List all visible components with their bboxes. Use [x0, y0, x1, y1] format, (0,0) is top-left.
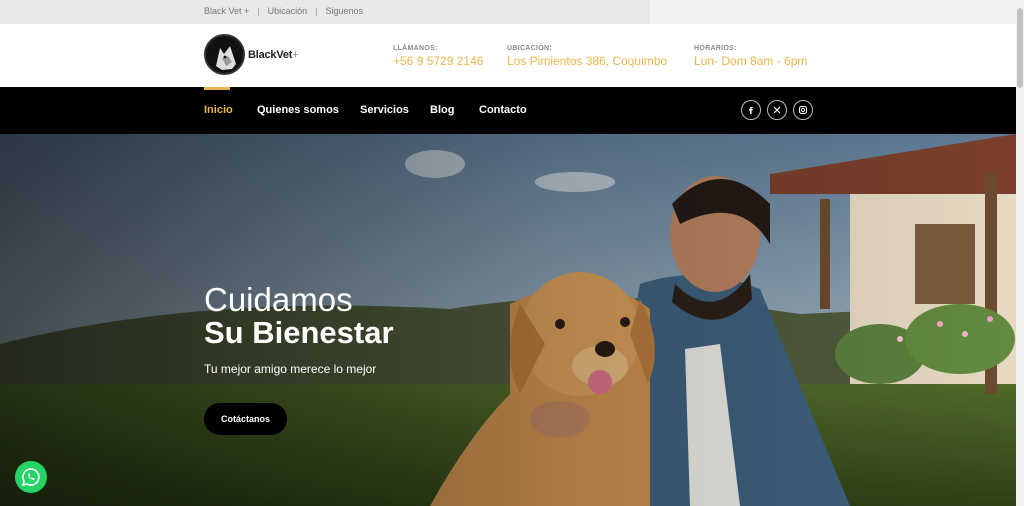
scrollbar-thumb[interactable] [1017, 8, 1023, 88]
contact-hours-value: Lun- Dom 8am - 6pm [694, 54, 808, 68]
instagram-icon[interactable] [793, 100, 813, 120]
contact-cta-button[interactable]: Cotáctanos [204, 403, 287, 435]
hero: Cuidamos Su Bienestar Tu mejor amigo mer… [0, 134, 1016, 506]
top-link-separator: | [315, 6, 318, 16]
contact-hours-label: HORARIOS: [694, 45, 737, 52]
hero-title-line2: Su Bienestar [204, 315, 394, 350]
page-scrollbar[interactable] [1016, 0, 1024, 506]
header: BlackVet+ LLÁMANOS: +56 9 5729 2146 UBIC… [0, 24, 1016, 87]
top-bar-links: Black Vet + | Ubicación | Siguenos [204, 6, 363, 16]
main-nav: Inicio Quienes somos Servicios Blog Cont… [0, 87, 1016, 134]
hero-title-line1: Cuidamos [204, 281, 353, 318]
contact-phone: LLÁMANOS: +56 9 5729 2146 [393, 45, 483, 68]
top-bar: Black Vet + | Ubicación | Siguenos [0, 0, 1016, 24]
contact-phone-value[interactable]: +56 9 5729 2146 [393, 54, 483, 68]
nav-item-inicio[interactable]: Inicio [204, 104, 233, 116]
top-link-blackvet[interactable]: Black Vet + [204, 6, 249, 16]
whatsapp-icon [21, 468, 40, 487]
logo-plus: + [292, 48, 299, 61]
x-icon[interactable] [767, 100, 787, 120]
logo-dog-icon [204, 34, 245, 75]
contact-phone-label: LLÁMANOS: [393, 45, 438, 52]
logo-name: BlackVet [248, 48, 293, 61]
nav-active-indicator [204, 87, 230, 90]
contact-location-value[interactable]: Los Pimientos 386, Coquimbo [507, 54, 667, 68]
hero-subtitle: Tu mejor amigo merece lo mejor [204, 362, 377, 376]
top-link-ubicacion[interactable]: Ubicación [268, 6, 308, 16]
contact-location: UBICACIÓN: Los Pimientos 386, Coquimbo [507, 45, 667, 68]
top-link-separator: | [257, 6, 260, 16]
whatsapp-button[interactable] [15, 461, 47, 493]
logo[interactable]: BlackVet+ [204, 34, 299, 75]
contact-location-label: UBICACIÓN: [507, 45, 552, 52]
contact-hours: HORARIOS: Lun- Dom 8am - 6pm [694, 45, 807, 68]
hero-background-image [0, 134, 1016, 506]
nav-item-contacto[interactable]: Contacto [479, 104, 527, 116]
nav-item-servicios[interactable]: Servicios [360, 104, 409, 116]
nav-item-quienes-somos[interactable]: Quienes somos [257, 104, 339, 116]
facebook-icon[interactable] [741, 100, 761, 120]
logo-text: BlackVet+ [248, 49, 299, 61]
top-link-siguenos[interactable]: Siguenos [326, 6, 364, 16]
nav-item-blog[interactable]: Blog [430, 104, 454, 116]
